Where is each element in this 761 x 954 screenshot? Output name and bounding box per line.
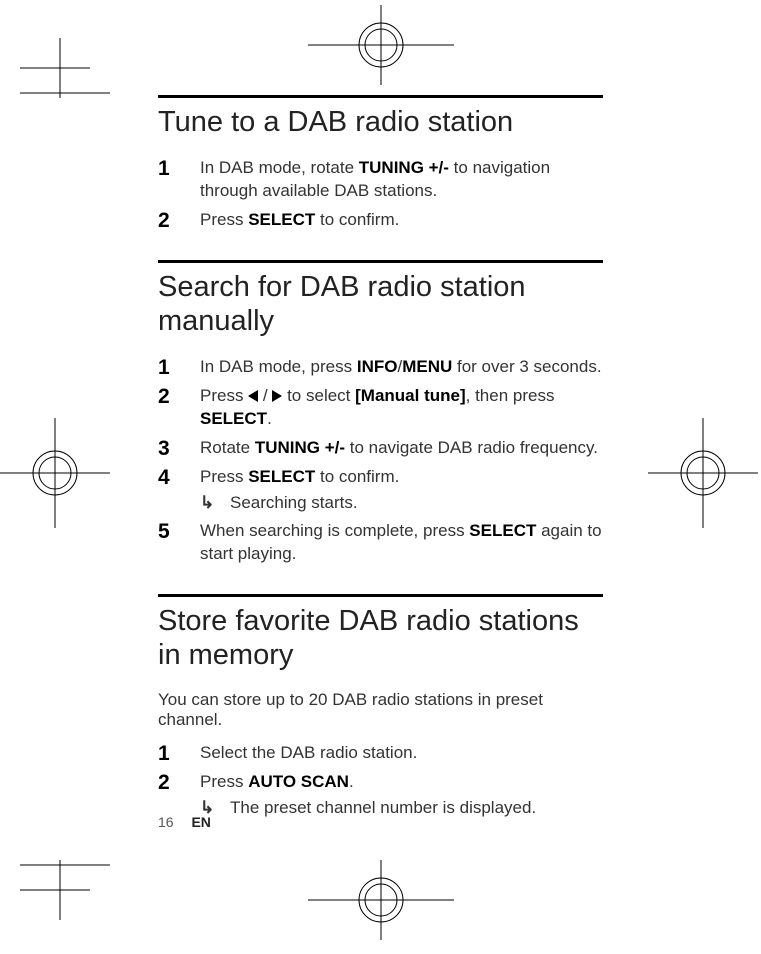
step: Rotate TUNING +/- to navigate DAB radio … [158, 437, 603, 460]
step-text: When searching is complete, press SELECT… [200, 521, 602, 563]
step-result: ↳ Searching starts. [200, 492, 603, 515]
section-heading: Store favorite DAB radio stations in mem… [158, 605, 603, 672]
page-language: EN [191, 814, 210, 830]
result-arrow-icon: ↳ [200, 492, 220, 515]
step-text: In DAB mode, press INFO/MENU for over 3 … [200, 357, 602, 376]
result-text: The preset channel number is displayed. [230, 797, 536, 820]
section-rule [158, 260, 603, 263]
section-heading: Search for DAB radio station manually [158, 271, 603, 338]
registration-mark-bottom [308, 860, 454, 940]
step: In DAB mode, press INFO/MENU for over 3 … [158, 356, 603, 379]
step: When searching is complete, press SELECT… [158, 520, 603, 566]
prev-icon [248, 390, 258, 402]
step-result: ↳ The preset channel number is displayed… [200, 797, 603, 820]
page-footer: 16 EN [158, 814, 211, 830]
step-text: In DAB mode, rotate TUNING +/- to naviga… [200, 158, 550, 200]
step: In DAB mode, rotate TUNING +/- to naviga… [158, 157, 603, 203]
section-rule [158, 594, 603, 597]
step-text: Press AUTO SCAN. [200, 772, 354, 791]
registration-mark-right [648, 418, 758, 528]
step-text: Press SELECT to confirm. [200, 210, 399, 229]
page-number: 16 [158, 814, 174, 830]
step-list: In DAB mode, press INFO/MENU for over 3 … [158, 356, 603, 567]
crop-mark-bottom-left [20, 850, 110, 920]
page-content: Tune to a DAB radio station In DAB mode,… [158, 95, 603, 848]
section-intro: You can store up to 20 DAB radio station… [158, 690, 603, 730]
step: Press SELECT to confirm. [158, 209, 603, 232]
step: Select the DAB radio station. [158, 742, 603, 765]
step-text: Select the DAB radio station. [200, 743, 417, 762]
section-rule [158, 95, 603, 98]
section: Store favorite DAB radio stations in mem… [158, 594, 603, 820]
result-text: Searching starts. [230, 492, 358, 515]
crop-mark-top-left [20, 38, 110, 108]
step-text: Rotate TUNING +/- to navigate DAB radio … [200, 438, 598, 457]
step-text: Press / to select [Manual tune], then pr… [200, 386, 554, 428]
registration-mark-top [308, 5, 454, 85]
step: Press SELECT to confirm. ↳ Searching sta… [158, 466, 603, 515]
step: Press AUTO SCAN. ↳ The preset channel nu… [158, 771, 603, 820]
step: Press / to select [Manual tune], then pr… [158, 385, 603, 431]
section: Search for DAB radio station manually In… [158, 260, 603, 566]
registration-mark-left [0, 418, 110, 528]
step-text: Press SELECT to confirm. [200, 467, 399, 486]
next-icon [272, 390, 282, 402]
step-list: In DAB mode, rotate TUNING +/- to naviga… [158, 157, 603, 232]
section: Tune to a DAB radio station In DAB mode,… [158, 95, 603, 232]
step-list: Select the DAB radio station. Press AUTO… [158, 742, 603, 820]
section-heading: Tune to a DAB radio station [158, 106, 603, 139]
